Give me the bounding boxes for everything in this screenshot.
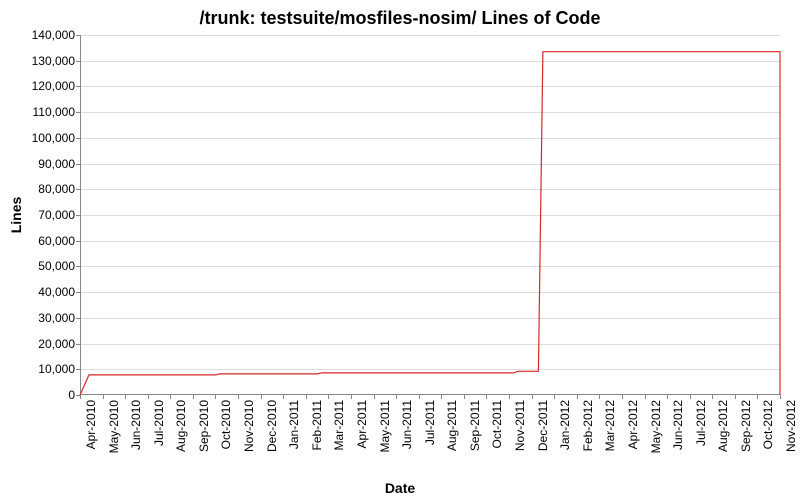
x-tick-mark: [712, 395, 713, 399]
x-tick-mark: [599, 395, 600, 399]
x-tick-label: Sep-2012: [739, 400, 753, 452]
x-tick-label: Jun-2010: [129, 400, 143, 450]
y-tick-label: 100,000: [20, 131, 75, 145]
x-tick-label: Oct-2011: [490, 400, 504, 448]
x-tick-label: Feb-2012: [581, 400, 595, 451]
x-tick-mark: [306, 395, 307, 399]
x-tick-mark: [532, 395, 533, 399]
x-tick-label: Apr-2010: [84, 400, 98, 449]
x-tick-label: Feb-2011: [310, 400, 324, 450]
x-tick-mark: [238, 395, 239, 399]
x-tick-label: Jul-2011: [423, 400, 437, 445]
x-tick-mark: [509, 395, 510, 399]
x-tick-mark: [441, 395, 442, 399]
x-tick-mark: [193, 395, 194, 399]
y-tick-label: 140,000: [20, 28, 75, 42]
x-tick-mark: [622, 395, 623, 399]
x-tick-label: May-2012: [649, 400, 663, 453]
y-tick-label: 60,000: [20, 234, 75, 248]
x-tick-label: Aug-2012: [716, 400, 730, 452]
x-tick-label: Oct-2010: [219, 400, 233, 449]
x-tick-label: Sep-2011: [468, 400, 482, 451]
x-tick-label: May-2010: [107, 400, 121, 453]
x-tick-label: Nov-2010: [242, 400, 256, 452]
x-tick-label: Dec-2010: [265, 400, 279, 452]
y-tick-label: 70,000: [20, 208, 75, 222]
x-tick-label: Aug-2010: [174, 400, 188, 452]
y-tick-label: 90,000: [20, 157, 75, 171]
x-tick-label: Jan-2012: [558, 400, 572, 450]
x-tick-mark: [554, 395, 555, 399]
x-tick-label: Aug-2011: [445, 400, 459, 451]
x-tick-mark: [464, 395, 465, 399]
x-tick-mark: [577, 395, 578, 399]
x-tick-mark: [780, 395, 781, 399]
x-tick-mark: [103, 395, 104, 399]
x-tick-mark: [645, 395, 646, 399]
x-tick-mark: [80, 395, 81, 399]
x-tick-label: Sep-2010: [197, 400, 211, 452]
x-tick-label: Mar-2012: [603, 400, 617, 451]
x-tick-label: Jan-2011: [287, 400, 301, 449]
y-tick-label: 20,000: [20, 337, 75, 351]
x-tick-mark: [419, 395, 420, 399]
chart-container: /trunk: testsuite/mosfiles-nosim/ Lines …: [0, 0, 800, 500]
y-tick-label: 10,000: [20, 362, 75, 376]
x-tick-label: Jul-2012: [694, 400, 708, 446]
x-tick-mark: [283, 395, 284, 399]
x-tick-label: Apr-2011: [355, 400, 369, 448]
y-tick-label: 0: [20, 388, 75, 402]
chart-title: /trunk: testsuite/mosfiles-nosim/ Lines …: [0, 8, 800, 29]
x-tick-label: Nov-2011: [513, 400, 527, 451]
x-axis-label: Date: [0, 480, 800, 496]
y-tick-label: 80,000: [20, 182, 75, 196]
x-tick-label: Jun-2012: [671, 400, 685, 450]
x-tick-mark: [667, 395, 668, 399]
x-tick-mark: [374, 395, 375, 399]
x-tick-label: Dec-2011: [536, 400, 550, 451]
x-tick-label: Jul-2010: [152, 400, 166, 446]
x-tick-label: Nov-2012: [784, 400, 798, 452]
x-tick-mark: [735, 395, 736, 399]
x-tick-mark: [690, 395, 691, 399]
y-tick-label: 130,000: [20, 54, 75, 68]
x-tick-mark: [261, 395, 262, 399]
y-tick-label: 50,000: [20, 259, 75, 273]
line-series: [80, 35, 780, 395]
x-tick-mark: [396, 395, 397, 399]
x-tick-label: May-2011: [378, 400, 392, 452]
x-tick-mark: [351, 395, 352, 399]
x-tick-mark: [125, 395, 126, 399]
x-tick-label: Oct-2012: [761, 400, 775, 449]
y-tick-label: 40,000: [20, 285, 75, 299]
x-tick-label: Apr-2012: [626, 400, 640, 449]
x-tick-label: Mar-2011: [332, 400, 346, 450]
y-tick-label: 110,000: [20, 105, 75, 119]
x-tick-mark: [148, 395, 149, 399]
y-tick-label: 120,000: [20, 79, 75, 93]
x-tick-mark: [328, 395, 329, 399]
x-tick-mark: [757, 395, 758, 399]
x-tick-label: Jun-2011: [400, 400, 414, 449]
x-tick-mark: [170, 395, 171, 399]
x-tick-mark: [486, 395, 487, 399]
y-tick-label: 30,000: [20, 311, 75, 325]
x-tick-mark: [215, 395, 216, 399]
